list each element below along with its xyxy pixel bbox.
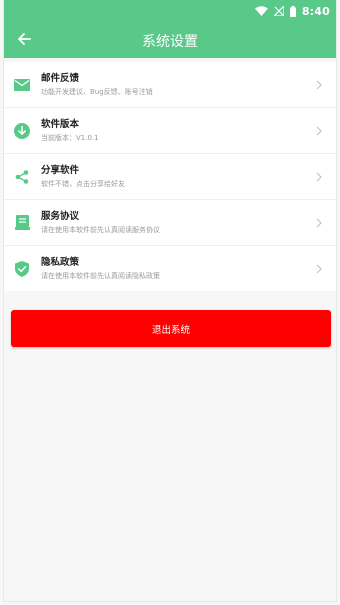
menu-item-text: 软件版本 当前版本：V1.0.1 (41, 119, 316, 143)
wifi-icon (254, 6, 268, 16)
signal-icon (273, 6, 284, 16)
menu-item-title: 隐私政策 (41, 256, 80, 268)
arrow-left-icon (17, 31, 31, 50)
chevron-right-icon (316, 80, 326, 90)
menu-item-email-feedback[interactable]: 邮件反馈 功能开发建议、Bug反馈、账号注销 (4, 62, 336, 108)
page-title: 系统设置 (142, 34, 198, 50)
download-icon (14, 122, 30, 139)
chevron-right-icon (316, 172, 326, 182)
chevron-right-icon (316, 218, 326, 228)
status-icons: 8:40 (254, 4, 330, 18)
menu-item-subtitle: 当前版本：V1.0.1 (41, 133, 99, 142)
chevron-right-icon (316, 264, 326, 274)
menu-item-privacy-policy[interactable]: 隐私政策 请在使用本软件前先认真阅读隐私政策 (4, 246, 336, 291)
menu-item-share-software[interactable]: 分享软件 软件不错，点击分享给好友 (4, 154, 336, 200)
menu-item-subtitle: 请在使用本软件前先认真阅读隐私政策 (41, 271, 160, 280)
menu-item-text: 服务协议 请在使用本软件前先认真阅读服务协议 (41, 211, 316, 235)
logout-button[interactable]: 退出系统 (11, 310, 331, 347)
menu-item-title: 软件版本 (41, 118, 80, 130)
battery-icon (289, 5, 296, 17)
menu-item-text: 隐私政策 请在使用本软件前先认真阅读隐私政策 (41, 257, 316, 281)
menu-item-title: 服务协议 (41, 210, 80, 222)
share-icon (14, 169, 30, 185)
status-bar: 8:40 (4, 0, 336, 22)
menu-item-subtitle: 功能开发建议、Bug反馈、账号注销 (41, 87, 153, 96)
menu-item-text: 邮件反馈 功能开发建议、Bug反馈、账号注销 (41, 73, 316, 97)
app-window: 8:40 系统设置 邮件反馈 功能开发建议、Bug反馈、账号注销 软件版本 当前… (3, 0, 337, 602)
document-icon (14, 215, 30, 231)
mail-icon (14, 77, 30, 93)
menu-item-subtitle: 软件不错，点击分享给好友 (41, 179, 125, 188)
back-button[interactable] (12, 28, 36, 52)
menu-item-text: 分享软件 软件不错，点击分享给好友 (41, 165, 316, 189)
menu-item-title: 分享软件 (41, 164, 80, 176)
shield-icon (14, 260, 30, 277)
menu-item-subtitle: 请在使用本软件前先认真阅读服务协议 (41, 225, 160, 234)
chevron-right-icon (316, 126, 326, 136)
menu-item-title: 邮件反馈 (41, 72, 80, 84)
menu-item-service-agreement[interactable]: 服务协议 请在使用本软件前先认真阅读服务协议 (4, 200, 336, 246)
app-bar: 系统设置 (4, 22, 336, 58)
settings-menu: 邮件反馈 功能开发建议、Bug反馈、账号注销 软件版本 当前版本：V1.0.1 (4, 62, 336, 291)
status-time: 8:40 (301, 4, 330, 18)
menu-item-software-version[interactable]: 软件版本 当前版本：V1.0.1 (4, 108, 336, 154)
